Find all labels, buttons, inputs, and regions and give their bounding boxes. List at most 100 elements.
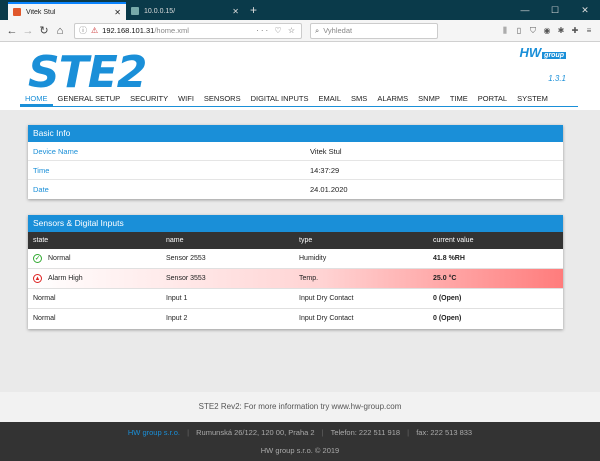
tab-label: 10.0.0.15/ [144,7,176,15]
menu-icon[interactable]: ≡ [582,26,596,36]
maximize-icon[interactable]: ☐ [540,0,570,20]
favicon-icon [13,8,21,16]
state-text: Alarm High [48,274,83,282]
tab-label: Vitek Stul [26,8,56,16]
panel-title: Sensors & Digital Inputs [28,215,563,232]
browser-tab-inactive[interactable]: 10.0.0.15/ ✕ [126,2,244,20]
info-label: Time [33,166,50,175]
menu-item-time[interactable]: TIME [445,90,473,106]
type-cell: Humidity [299,255,327,262]
info-label: Date [33,185,49,194]
url-path: /home.xml [154,26,189,35]
phone: Telefon: 222 511 918 [330,428,401,437]
info-row: Date 24.01.2020 [28,180,563,199]
menu-item-general-setup[interactable]: GENERAL SETUP [53,90,126,106]
menu-item-home[interactable]: HOME [20,90,53,106]
back-arrow-icon[interactable]: ← [4,25,20,37]
alarm-icon: ▲ [33,274,42,283]
puzzle-icon[interactable]: ✱ [554,26,568,36]
name-cell: Sensor 3553 [166,275,206,282]
type-cell: Input Dry Contact [299,315,354,322]
menu-item-snmp[interactable]: SNMP [413,90,445,106]
minimize-icon[interactable]: — [510,0,540,20]
insecure-lock-icon[interactable]: ⚠ [91,26,98,35]
page-actions-icon[interactable]: ··· ♡ ☆ [256,26,297,35]
brand-name: HW [519,45,542,60]
menu-item-sms[interactable]: SMS [346,90,372,106]
library-icon[interactable]: ⫼ [498,26,512,36]
content-area: Basic Info Device Name Vitek Stul Time 1… [0,110,600,392]
table-row[interactable]: ✓ Normal Sensor 2553 Humidity 41.8 %RH [28,249,563,269]
sensors-panel: Sensors & Digital Inputs state name type… [28,215,563,329]
search-input[interactable]: ⌕ Vyhledat [310,22,438,39]
browser-nav-bar: ← → ↻ ⌂ ⓘ ⚠ 192.168.101.31 /home.xml ···… [0,20,600,42]
value-cell: 41.8 %RH [433,255,465,262]
url-bar[interactable]: ⓘ ⚠ 192.168.101.31 /home.xml ··· ♡ ☆ [74,22,302,39]
menu-item-portal[interactable]: PORTAL [473,90,512,106]
menu-item-email[interactable]: EMAIL [314,90,347,106]
info-row: Time 14:37:29 [28,161,563,180]
value-cell: 0 (Open) [433,315,462,322]
favicon-icon [131,7,139,15]
table-row[interactable]: ▲ Alarm High Sensor 3553 Temp. 25.0 °C [28,269,563,289]
info-label: Device Name [33,147,79,156]
browser-tab-bar: Vitek Stul ✕ 10.0.0.15/ ✕ + — ☐ ✕ [0,0,600,20]
table-header: state name type current value [28,232,563,249]
divider: | [187,428,190,437]
menu-item-sensors[interactable]: SENSORS [199,90,246,106]
hw-group-logo: HW group [519,45,566,60]
tab-close-icon[interactable]: ✕ [232,7,239,16]
name-cell: Input 1 [166,295,188,302]
reload-icon[interactable]: ↻ [36,24,52,37]
search-placeholder: Vyhledat [323,26,353,35]
footer-dark: HW group s.r.o. | Rumunská 26/122, 120 0… [0,422,600,461]
sidebar-icon[interactable]: ▯ [512,26,526,36]
name-cell: Input 2 [166,315,188,322]
url-host: 192.168.101.31 [102,26,155,35]
fax: fax: 222 513 833 [416,428,473,437]
type-cell: Temp. [299,275,319,282]
table-row[interactable]: Normal Input 1 Input Dry Contact 0 (Open… [28,289,563,309]
toolbar-icons: ⫼ ▯ ⛉ ◉ ✱ ✚ ≡ [498,26,596,36]
tools-icon[interactable]: ✚ [568,26,582,36]
state-text: Normal [48,254,71,262]
extension-icon[interactable]: ◉ [540,26,554,36]
close-window-icon[interactable]: ✕ [570,0,600,20]
column-header: current value [433,237,474,244]
home-icon[interactable]: ⌂ [52,25,68,37]
panel-title: Basic Info [28,125,563,142]
menu-item-system[interactable]: SYSTEM [512,90,553,106]
divider: | [321,428,324,437]
type-cell: Input Dry Contact [299,295,354,302]
footer-info: STE2 Rev2: For more information try www.… [0,392,600,422]
forward-arrow-icon[interactable]: → [20,25,36,37]
copyright: HW group s.r.o. © 2019 [260,446,340,455]
info-value: 24.01.2020 [310,185,348,194]
check-icon: ✓ [33,254,42,263]
footer-contact: HW group s.r.o. | Rumunská 26/122, 120 0… [0,422,600,444]
state-cell: Normal [33,294,56,302]
table-row[interactable]: Normal Input 2 Input Dry Contact 0 (Open… [28,309,563,329]
value-cell: 0 (Open) [433,295,462,302]
browser-tab-active[interactable]: Vitek Stul ✕ [8,2,126,20]
window-controls: — ☐ ✕ [510,0,600,20]
menu-item-security[interactable]: SECURITY [125,90,173,106]
column-header: state [33,237,49,244]
tab-close-icon[interactable]: ✕ [114,8,121,17]
menu-item-digital-inputs[interactable]: DIGITAL INPUTS [246,90,314,106]
search-icon: ⌕ [315,25,320,35]
menu-item-wifi[interactable]: WIFI [173,90,199,106]
menu-item-alarms[interactable]: ALARMS [372,90,413,106]
column-header: type [299,237,313,244]
shield-icon[interactable]: ⛉ [526,26,540,36]
column-header: name [166,237,184,244]
new-tab-icon[interactable]: + [250,3,257,17]
main-menu: HOME GENERAL SETUP SECURITY WIFI SENSORS… [20,90,578,107]
basic-info-panel: Basic Info Device Name Vitek Stul Time 1… [28,125,563,199]
name-cell: Sensor 2553 [166,255,206,262]
company-link[interactable]: HW group s.r.o. [128,428,180,437]
brand-sub: group [542,52,566,59]
value-cell: 25.0 °C [433,275,457,282]
address: Rumunská 26/122, 120 00, Praha 2 [196,428,315,437]
info-icon[interactable]: ⓘ [79,25,87,36]
